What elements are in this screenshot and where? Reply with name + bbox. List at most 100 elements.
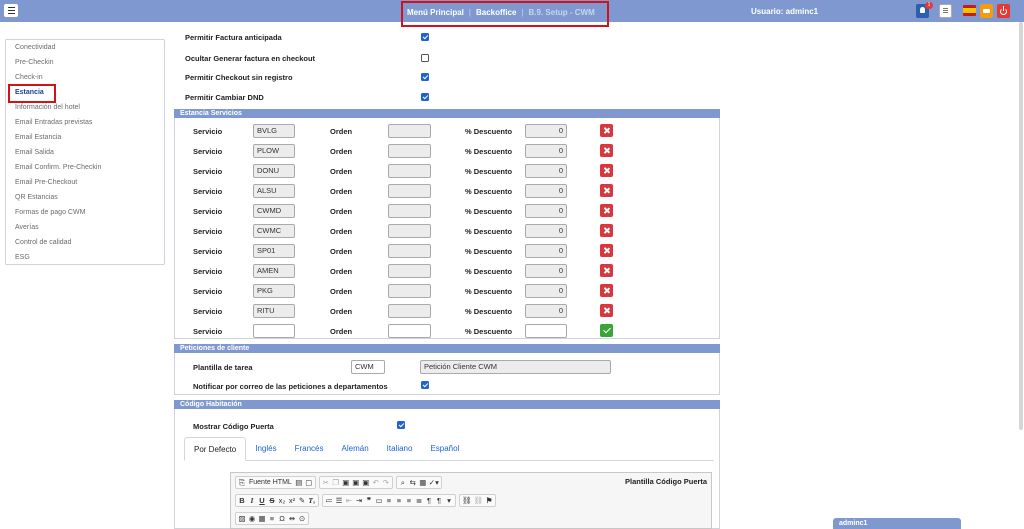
rtl-icon[interactable]: ¶ — [435, 495, 443, 506]
ltr-icon[interactable]: ¶ — [425, 495, 433, 506]
special-char-icon[interactable]: Ω — [278, 513, 286, 524]
orden-input[interactable] — [388, 244, 431, 258]
document-icon[interactable] — [939, 4, 952, 18]
hamburger-menu-icon[interactable] — [4, 4, 18, 17]
mostrar-codigo-checkbox[interactable] — [397, 421, 405, 429]
source-icon[interactable]: ⎘ — [238, 477, 246, 488]
sidebar-item-email-estancia[interactable]: Email Estancia — [15, 134, 61, 141]
descuento-input[interactable]: 0 — [525, 184, 567, 198]
delete-service-icon[interactable] — [600, 164, 613, 177]
anchor-flag-icon[interactable]: ⚑ — [485, 495, 493, 506]
tab-por-defecto[interactable]: Por Defecto — [184, 437, 247, 461]
sidebar-item-email-pre-checkout[interactable]: Email Pre-Checkout — [15, 179, 77, 186]
fuente-html-button[interactable]: Fuente HTML — [248, 477, 293, 488]
align-center-icon[interactable]: ≡ — [395, 495, 403, 506]
redo-icon[interactable]: ↷ — [382, 477, 390, 488]
orden-input[interactable] — [388, 304, 431, 318]
delete-service-icon[interactable] — [600, 244, 613, 257]
servicio-input[interactable]: DONU — [253, 164, 295, 178]
image-icon[interactable]: ▨ — [238, 513, 246, 524]
orden-input[interactable] — [388, 164, 431, 178]
page-break-icon[interactable]: ⇹ — [288, 513, 296, 524]
strike-icon[interactable]: S — [268, 495, 276, 506]
delete-service-icon[interactable] — [600, 284, 613, 297]
search-icon[interactable]: ⌕ — [399, 477, 407, 488]
plantilla-name-input[interactable]: Petición Cliente CWM — [420, 360, 611, 374]
factura-anticipada-checkbox[interactable] — [421, 33, 429, 41]
paste-text-icon[interactable]: ▣ — [352, 477, 360, 488]
sidebar-item-check-in[interactable]: Check-in — [15, 74, 43, 81]
tab-aleman[interactable]: Alemán — [333, 437, 378, 461]
servicio-input[interactable]: PLOW — [253, 144, 295, 158]
descuento-input[interactable] — [525, 324, 567, 338]
power-icon[interactable] — [997, 4, 1010, 18]
link-icon[interactable]: ⛓ — [462, 495, 472, 506]
sidebar-item-informacion-hotel[interactable]: Información del hotel — [15, 104, 80, 111]
italic-icon[interactable]: I — [248, 495, 256, 506]
replace-icon[interactable]: ⇆ — [409, 477, 417, 488]
servicio-input[interactable]: ALSU — [253, 184, 295, 198]
copy-icon[interactable]: ❐ — [332, 477, 340, 488]
add-service-check-icon[interactable] — [600, 324, 613, 337]
printer-icon[interactable] — [980, 4, 993, 18]
descuento-input[interactable]: 0 — [525, 124, 567, 138]
sidebar-item-conectividad[interactable]: Conectividad — [15, 44, 55, 51]
servicio-input[interactable] — [253, 324, 295, 338]
underline-icon[interactable]: U — [258, 495, 266, 506]
descuento-input[interactable]: 0 — [525, 304, 567, 318]
descuento-input[interactable]: 0 — [525, 224, 567, 238]
div-icon[interactable]: ▭ — [375, 495, 383, 506]
blockquote-icon[interactable]: ❞ — [365, 495, 373, 506]
bold-icon[interactable]: B — [238, 495, 246, 506]
sidebar-item-email-entradas[interactable]: Email Entradas previstas — [15, 119, 92, 126]
paste-word-icon[interactable]: ▣ — [362, 477, 370, 488]
select-all-icon[interactable]: ▦ — [419, 477, 427, 488]
cut-icon[interactable]: ✂ — [322, 477, 330, 488]
delete-service-icon[interactable] — [600, 304, 613, 317]
sidebar-item-email-salida[interactable]: Email Salida — [15, 149, 54, 156]
numbered-list-icon[interactable]: ≔ — [325, 495, 333, 506]
paste-icon[interactable]: ▣ — [342, 477, 350, 488]
delete-service-icon[interactable] — [600, 124, 613, 137]
page-scrollbar[interactable] — [1019, 22, 1023, 430]
horizontal-rule-icon[interactable]: ≡ — [268, 513, 276, 524]
sidebar-item-esg[interactable]: ESG — [15, 254, 30, 261]
spellcheck-icon[interactable]: ✓▾ — [429, 477, 439, 488]
tab-ingles[interactable]: Inglés — [246, 437, 285, 461]
servicio-input[interactable]: AMEN — [253, 264, 295, 278]
tab-espanol[interactable]: Español — [421, 437, 468, 461]
delete-service-icon[interactable] — [600, 184, 613, 197]
delete-service-icon[interactable] — [600, 204, 613, 217]
orden-input[interactable] — [388, 124, 431, 138]
descuento-input[interactable]: 0 — [525, 164, 567, 178]
preview-icon[interactable]: ▤ — [295, 477, 303, 488]
orden-input[interactable] — [388, 144, 431, 158]
descuento-input[interactable]: 0 — [525, 204, 567, 218]
delete-service-icon[interactable] — [600, 144, 613, 157]
delete-service-icon[interactable] — [600, 264, 613, 277]
sidebar-item-control-calidad[interactable]: Control de calidad — [15, 239, 71, 246]
sidebar-item-formas-pago[interactable]: Formas de pago CWM — [15, 209, 85, 216]
servicio-input[interactable]: RITU — [253, 304, 295, 318]
orden-input[interactable] — [388, 284, 431, 298]
tab-frances[interactable]: Francés — [286, 437, 333, 461]
orden-input[interactable] — [388, 224, 431, 238]
subscript-icon[interactable]: x₂ — [278, 495, 286, 506]
spain-flag-icon[interactable] — [963, 5, 976, 16]
sidebar-item-averias[interactable]: Averías — [15, 224, 39, 231]
orden-input[interactable] — [388, 324, 431, 338]
tab-italiano[interactable]: Italiano — [378, 437, 422, 461]
descuento-input[interactable]: 0 — [525, 264, 567, 278]
descuento-input[interactable]: 0 — [525, 244, 567, 258]
undo-icon[interactable]: ↶ — [372, 477, 380, 488]
servicio-input[interactable]: CWMC — [253, 224, 295, 238]
descuento-input[interactable]: 0 — [525, 284, 567, 298]
plantilla-code-input[interactable]: CWM — [351, 360, 385, 374]
servicio-input[interactable]: SP01 — [253, 244, 295, 258]
flash-icon[interactable]: ◉ — [248, 513, 256, 524]
sidebar-item-email-confirm-pre-checkin[interactable]: Email Confirm. Pre-Checkin — [15, 164, 101, 171]
servicio-input[interactable]: PKG — [253, 284, 295, 298]
copy-format-icon[interactable]: ✎ — [298, 495, 306, 506]
orden-input[interactable] — [388, 204, 431, 218]
indent-icon[interactable]: ⇥ — [355, 495, 363, 506]
